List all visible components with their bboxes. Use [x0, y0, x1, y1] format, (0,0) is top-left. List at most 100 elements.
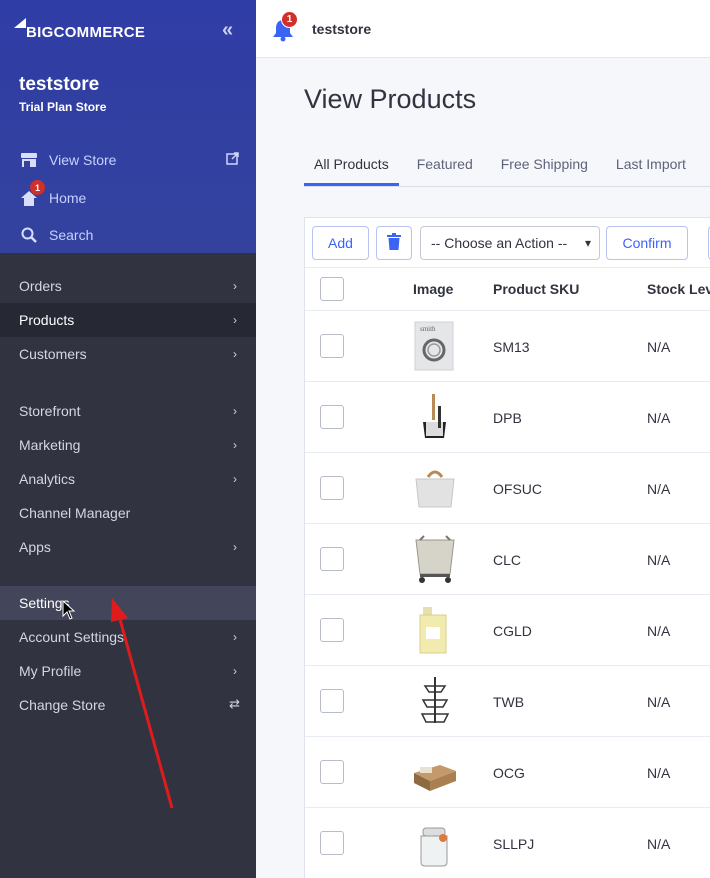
row-sku[interactable]: DPB: [493, 410, 522, 426]
tab-featured[interactable]: Featured: [407, 148, 483, 186]
chevron-right-icon: ›: [233, 472, 237, 486]
row-checkbox[interactable]: [320, 547, 344, 571]
sidebar-item-change-store[interactable]: Change Store ⇄: [0, 688, 256, 722]
bigcommerce-logo[interactable]: BIGCOMMERCE: [12, 16, 145, 42]
row-sku[interactable]: OCG: [493, 765, 525, 781]
chevron-right-icon: ›: [233, 347, 237, 361]
detergent-jug-thumbnail: [410, 605, 460, 655]
sidebar-item-channel-manager[interactable]: Channel Manager: [0, 496, 256, 530]
sidebar-item-orders[interactable]: Orders ›: [0, 269, 256, 303]
row-sku[interactable]: OFSUC: [493, 481, 542, 497]
add-product-button[interactable]: Add: [312, 226, 369, 260]
sidebar-item-label: Channel Manager: [19, 505, 131, 521]
row-checkbox[interactable]: [320, 689, 344, 713]
table-row[interactable]: CGLD N/A: [305, 595, 710, 666]
dustpan-brush-thumbnail: [410, 392, 460, 442]
row-stock: N/A: [647, 552, 671, 568]
table-row[interactable]: DPB N/A: [305, 382, 710, 453]
sidebar-item-label: Analytics: [19, 471, 76, 487]
column-header-stock[interactable]: Stock Level: [647, 281, 710, 297]
table-row[interactable]: SLLPJ N/A: [305, 808, 710, 878]
select-all-checkbox[interactable]: [320, 277, 344, 301]
table-row[interactable]: OCG N/A: [305, 737, 710, 808]
trash-icon: [387, 233, 401, 253]
row-stock: N/A: [647, 339, 671, 355]
sidebar-store-name: teststore: [19, 74, 100, 95]
table-row[interactable]: TWB N/A: [305, 666, 710, 737]
external-link-icon[interactable]: [226, 152, 240, 166]
chevron-down-icon: ▾: [584, 236, 591, 250]
row-stock: N/A: [647, 410, 671, 426]
magazine-thumbnail: smith: [410, 321, 460, 371]
tab-last-import[interactable]: Last Import: [606, 148, 696, 186]
search-link[interactable]: Search: [19, 225, 93, 245]
column-header-sku[interactable]: Product SKU: [493, 281, 579, 297]
sidebar-item-settings[interactable]: Settings: [0, 586, 256, 620]
row-stock: N/A: [647, 623, 671, 639]
view-store-link[interactable]: View Store: [19, 150, 116, 170]
row-checkbox[interactable]: [320, 476, 344, 500]
home-link[interactable]: 1 Home: [19, 180, 86, 208]
row-sku[interactable]: CGLD: [493, 623, 532, 639]
sidebar-item-customers[interactable]: Customers ›: [0, 337, 256, 371]
products-toolbar: Add -- Choose an Action -- ▾ Confirm: [305, 218, 710, 268]
view-store-label: View Store: [49, 152, 117, 168]
chevron-right-icon: ›: [233, 630, 237, 644]
topbar-store-name[interactable]: teststore: [312, 21, 371, 37]
sidebar-item-products[interactable]: Products ›: [0, 303, 256, 337]
tab-all-products[interactable]: All Products: [304, 148, 399, 186]
sidebar-item-apps[interactable]: Apps ›: [0, 530, 256, 564]
sidebar-item-label: Orders: [19, 278, 62, 294]
row-checkbox[interactable]: [320, 831, 344, 855]
sidebar-item-marketing[interactable]: Marketing ›: [0, 428, 256, 462]
collapse-sidebar-icon[interactable]: «: [222, 20, 233, 40]
sidebar-header: BIGCOMMERCE « teststore Trial Plan Store…: [0, 0, 256, 253]
tiered-basket-thumbnail: [410, 676, 460, 726]
chevron-right-icon: ›: [233, 540, 237, 554]
sidebar-item-label: Marketing: [19, 437, 81, 453]
sidebar-item-my-profile[interactable]: My Profile ›: [0, 654, 256, 688]
row-sku[interactable]: CLC: [493, 552, 521, 568]
sidebar-item-analytics[interactable]: Analytics ›: [0, 462, 256, 496]
row-sku[interactable]: SM13: [493, 339, 530, 355]
sidebar-item-account-settings[interactable]: Account Settings ›: [0, 620, 256, 654]
row-checkbox[interactable]: [320, 405, 344, 429]
row-sku[interactable]: TWB: [493, 694, 524, 710]
page-title: View Products: [304, 84, 477, 114]
row-checkbox[interactable]: [320, 618, 344, 642]
storefront-icon: [19, 150, 39, 170]
search-label: Search: [49, 227, 94, 243]
confirm-button[interactable]: Confirm: [606, 226, 688, 260]
search-icon: [19, 225, 39, 245]
notification-badge: 1: [281, 11, 298, 28]
bigcommerce-logo-icon: [12, 16, 34, 42]
tab-free-shipping[interactable]: Free Shipping: [491, 148, 598, 186]
row-stock: N/A: [647, 694, 671, 710]
sidebar-item-storefront[interactable]: Storefront ›: [0, 394, 256, 428]
laundry-cart-thumbnail: [410, 534, 460, 584]
table-row[interactable]: smith SM13 N/A: [305, 311, 710, 382]
row-checkbox[interactable]: [320, 760, 344, 784]
table-row[interactable]: OFSUC N/A: [305, 453, 710, 524]
action-select[interactable]: -- Choose an Action -- ▾: [420, 226, 600, 260]
tabs-divider: [304, 186, 710, 187]
home-notification-badge: 1: [30, 180, 45, 195]
delete-button[interactable]: [376, 226, 412, 260]
row-stock: N/A: [647, 765, 671, 781]
table-header: Image Product SKU Stock Level: [305, 268, 710, 311]
sidebar-item-label: Account Settings: [19, 629, 125, 645]
chevron-right-icon: ›: [233, 664, 237, 678]
chevron-right-icon: ›: [233, 438, 237, 452]
svg-text:smith: smith: [420, 325, 436, 333]
sidebar-nav-group-1: Orders › Products › Customers ›: [0, 269, 256, 371]
column-header-image[interactable]: Image: [413, 281, 453, 297]
chevron-right-icon: ›: [233, 279, 237, 293]
sidebar-store-plan: Trial Plan Store: [19, 100, 107, 114]
row-stock: N/A: [647, 481, 671, 497]
row-checkbox[interactable]: [320, 334, 344, 358]
product-tabs: All Products Featured Free Shipping Last…: [304, 148, 704, 186]
row-stock: N/A: [647, 836, 671, 852]
table-row[interactable]: CLC N/A: [305, 524, 710, 595]
row-sku[interactable]: SLLPJ: [493, 836, 534, 852]
home-icon: 1: [19, 180, 45, 208]
